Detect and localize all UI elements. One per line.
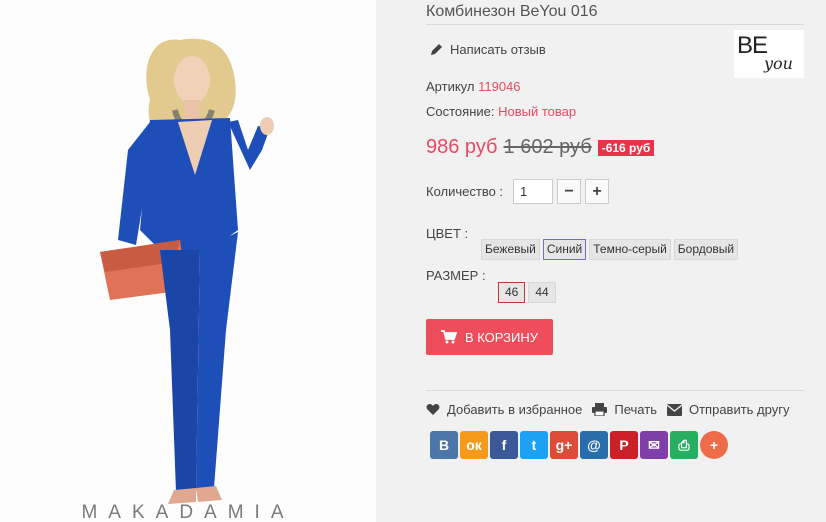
color-label: ЦВЕТ : (426, 226, 469, 241)
quantity-decrease-button[interactable]: − (557, 179, 582, 204)
printer-icon (592, 403, 608, 416)
add-to-favorites-label: Добавить в избранное (447, 402, 583, 417)
vk-icon[interactable]: В (430, 431, 458, 459)
send-to-friend-label: Отправить другу (688, 402, 790, 417)
pencil-icon (431, 44, 442, 55)
write-review-link[interactable]: Написать отзыв (430, 42, 546, 57)
email-icon[interactable]: ✉ (640, 431, 668, 459)
heart-icon (426, 404, 440, 415)
quantity-row: Количество : − + (426, 179, 610, 204)
color-option-blue[interactable]: Синий (542, 239, 587, 260)
send-to-friend-link[interactable]: Отправить другу (666, 402, 790, 417)
brand-logo-you: you (764, 54, 793, 73)
quantity-input[interactable] (513, 179, 554, 204)
model-illustration (0, 0, 376, 522)
current-price: 986 руб (426, 136, 498, 158)
add-to-cart-button[interactable]: В КОРЗИНУ (426, 319, 553, 355)
size-label: РАЗМЕР : (426, 268, 486, 283)
old-price: 1 602 руб (503, 136, 592, 158)
color-option-dark-gray[interactable]: Темно-серый (589, 239, 671, 260)
envelope-icon (666, 403, 682, 416)
color-options: Бежевый Синий Темно-серый Бордовый (481, 239, 739, 260)
condition-value: Новый товар (498, 104, 577, 119)
condition-row: Состояние: Новый товар (426, 104, 576, 119)
title-divider (426, 24, 804, 25)
odnoklassniki-icon[interactable]: ок (460, 431, 488, 459)
product-actions: Добавить в избранное Печать Отправить др… (426, 402, 799, 417)
write-review-label: Написать отзыв (450, 42, 546, 57)
more-plus-icon[interactable]: + (700, 431, 728, 459)
size-option-46[interactable]: 46 (498, 282, 526, 303)
pinterest-icon[interactable]: P (610, 431, 638, 459)
brand-logo-be: BE (737, 32, 768, 59)
print-link[interactable]: Печать (592, 402, 657, 417)
quantity-increase-button[interactable]: + (585, 179, 610, 204)
twitter-icon[interactable]: t (520, 431, 548, 459)
add-to-favorites-link[interactable]: Добавить в избранное (426, 402, 582, 417)
condition-label: Состояние: (426, 104, 495, 119)
sku-row: Артикул 119046 (426, 79, 521, 94)
size-options: 46 44 (498, 282, 556, 303)
size-option-44[interactable]: 44 (528, 282, 556, 303)
print-label: Печать (614, 402, 657, 417)
discount-badge: -616 руб (597, 139, 655, 156)
brand-logo[interactable]: BE you (734, 30, 804, 78)
mail-at-icon[interactable]: @ (580, 431, 608, 459)
quantity-label: Количество : (426, 184, 504, 199)
color-option-burgundy[interactable]: Бордовый (673, 239, 739, 260)
product-title: Комбинезон BeYou 016 (426, 3, 598, 20)
facebook-icon[interactable]: f (490, 431, 518, 459)
cart-icon (440, 330, 457, 344)
social-share-bar: Вок f t g+ @ P ✉ ⎙ + (430, 431, 728, 459)
brand-watermark: MAKADAMIA (81, 502, 295, 522)
color-option-beige[interactable]: Бежевый (481, 239, 540, 260)
actions-divider (426, 390, 804, 391)
product-photo[interactable]: MAKADAMIA (0, 0, 376, 522)
sku-value: 119046 (478, 79, 521, 94)
googleplus-icon[interactable]: g+ (550, 431, 578, 459)
add-to-cart-label: В КОРЗИНУ (464, 329, 539, 345)
sku-label: Артикул (426, 79, 475, 94)
print-icon[interactable]: ⎙ (670, 431, 698, 459)
price-block: 986 руб 1 602 руб -616 руб (426, 136, 655, 159)
